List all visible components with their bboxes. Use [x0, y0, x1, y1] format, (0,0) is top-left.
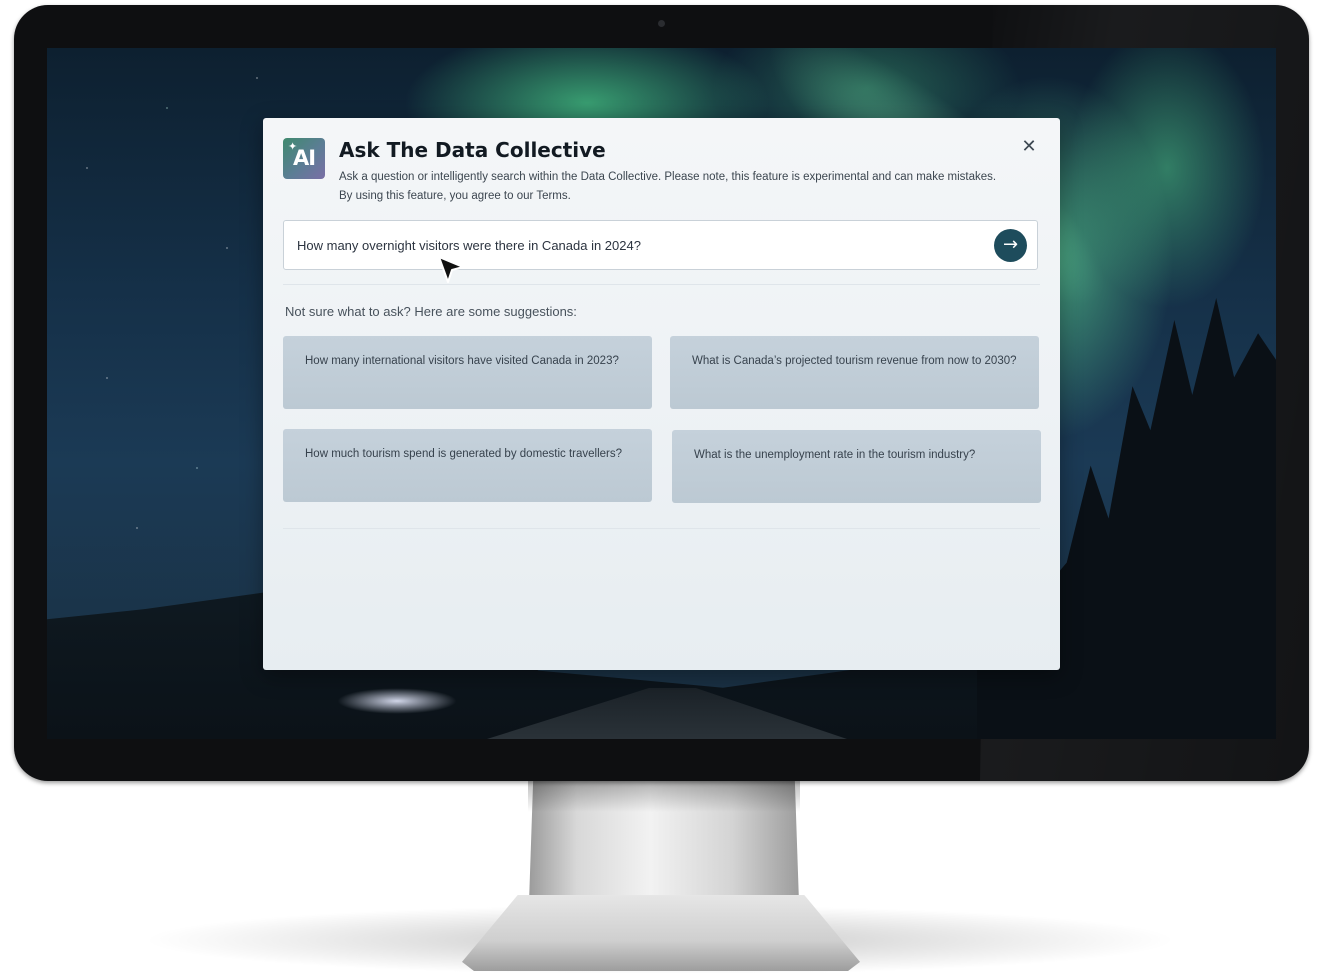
mouse-pointer-icon — [438, 256, 464, 283]
ai-sparkle-icon: ✦ AI — [283, 138, 325, 179]
webcam — [658, 20, 665, 27]
dialog-description: Ask a question or intelligently search w… — [339, 171, 997, 202]
search-input[interactable] — [297, 221, 977, 269]
dialog-title: Ask The Data Collective — [339, 138, 606, 162]
close-button[interactable]: ✕ — [1018, 136, 1040, 158]
ask-dialog: ✦ AI Ask The Data Collective Ask a quest… — [263, 118, 1060, 670]
suggestions-label: Not sure what to ask? Here are some sugg… — [285, 304, 577, 319]
arrow-right-icon: → — [1002, 234, 1019, 255]
background-headlights — [337, 688, 457, 714]
suggestion-card[interactable]: How much tourism spend is generated by d… — [283, 429, 652, 502]
divider — [283, 284, 1040, 285]
suggestion-card[interactable]: What is the unemployment rate in the tou… — [672, 430, 1041, 503]
close-icon: ✕ — [1021, 136, 1037, 157]
monitor-stand-base — [462, 895, 860, 971]
divider — [283, 528, 1040, 529]
suggestion-card[interactable]: How many international visitors have vis… — [283, 336, 652, 409]
screen: ✦ AI Ask The Data Collective Ask a quest… — [47, 48, 1276, 739]
sparkle-icon: ✦ — [288, 140, 298, 153]
search-box: → — [283, 220, 1038, 270]
suggestion-card[interactable]: What is Canada’s projected tourism reven… — [670, 336, 1039, 409]
submit-button[interactable]: → — [994, 229, 1027, 262]
monitor-mockup: ✦ AI Ask The Data Collective Ask a quest… — [0, 0, 1319, 973]
